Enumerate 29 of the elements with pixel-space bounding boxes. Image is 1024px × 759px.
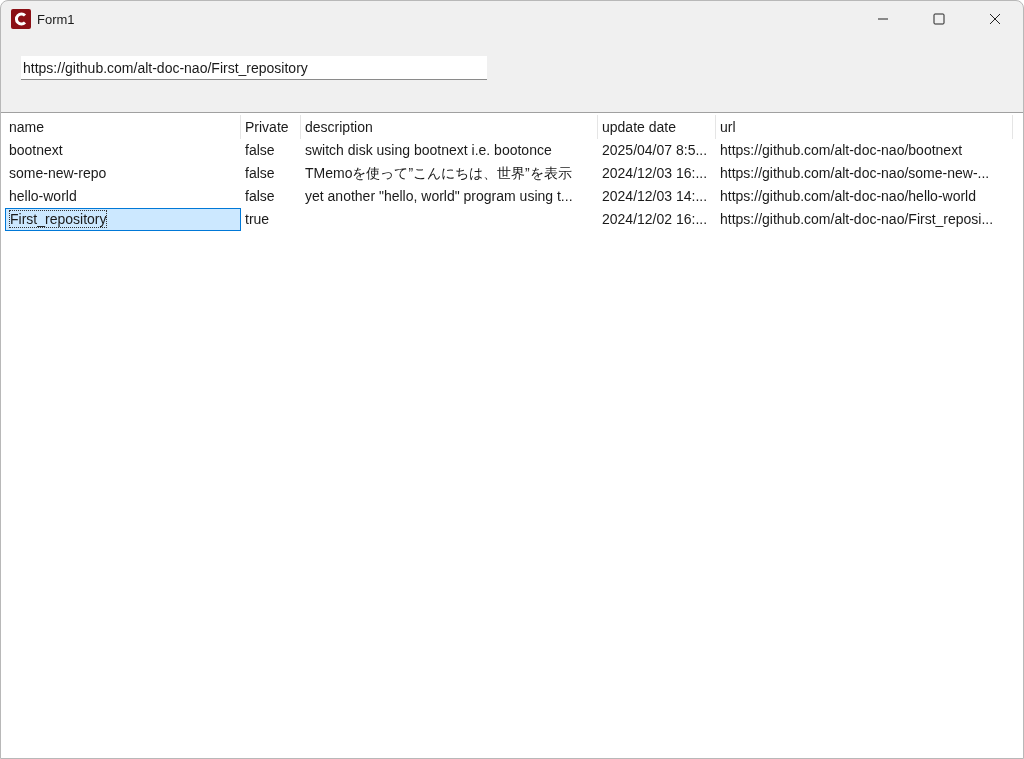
table-cell-text: https://github.com/alt-doc-nao/hello-world bbox=[719, 187, 978, 206]
table-cell-text: 2024/12/02 16:... bbox=[601, 210, 709, 229]
column-header[interactable]: update date bbox=[598, 115, 716, 139]
table-cell-text: TMemoを使って”こんにちは、世界”を表示 bbox=[304, 164, 573, 183]
table-cell-text: 2024/12/03 16:... bbox=[601, 164, 709, 183]
table-cell-text: https://github.com/alt-doc-nao/First_reposi... bbox=[719, 210, 995, 229]
table-cell-text: false bbox=[244, 141, 276, 160]
table-cell-text: true bbox=[244, 210, 271, 229]
table-cell-text: https://github.com/alt-doc-nao/bootnext bbox=[719, 141, 964, 160]
table-cell-text: 2024/12/03 14:... bbox=[601, 187, 709, 206]
window-title: Form1 bbox=[37, 11, 76, 27]
column-header[interactable]: name bbox=[5, 115, 241, 139]
app-logo-icon bbox=[11, 9, 31, 29]
column-header[interactable]: description bbox=[301, 115, 598, 139]
table-cell-text: switch disk using bootnext i.e. bootonce bbox=[304, 141, 553, 160]
close-icon bbox=[989, 13, 1001, 25]
table-cell[interactable]: some-new-repo bbox=[5, 162, 241, 185]
table-cell-text: false bbox=[244, 187, 276, 206]
table-cell-text: 2025/04/07 8:5... bbox=[601, 141, 709, 160]
table-cell-text: false bbox=[244, 164, 276, 183]
url-field[interactable]: https://github.com/alt-doc-nao/First_repository bbox=[21, 56, 487, 80]
column-header[interactable]: url bbox=[716, 115, 1013, 139]
table-cell-text: yet another "hello, world" program using t... bbox=[304, 187, 574, 206]
table-cell[interactable]: hello-world bbox=[5, 185, 241, 208]
column-header[interactable]: Private bbox=[241, 115, 301, 139]
table-cell[interactable]: bootnext bbox=[5, 139, 241, 162]
table-cell[interactable]: First_repository bbox=[5, 208, 241, 231]
maximize-icon bbox=[933, 13, 945, 25]
table-cell-text: https://github.com/alt-doc-nao/some-new-... bbox=[719, 164, 991, 183]
